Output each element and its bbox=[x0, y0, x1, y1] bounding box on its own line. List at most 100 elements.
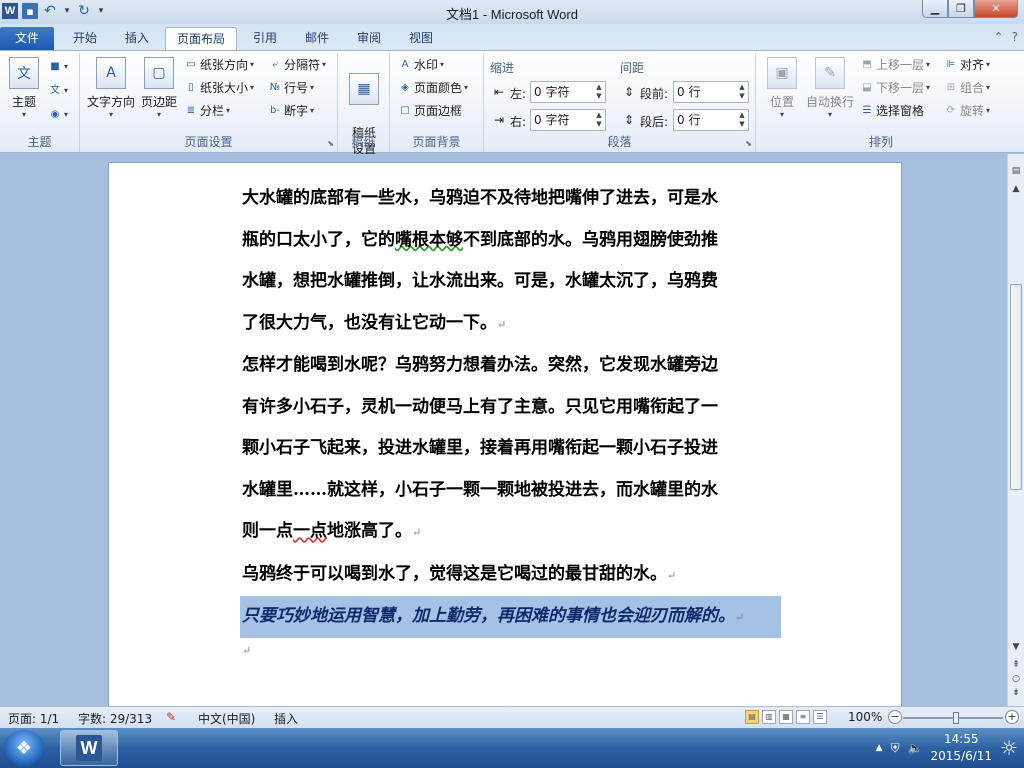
position-button[interactable]: ▣ 位置 ▾ bbox=[764, 57, 800, 119]
insert-mode[interactable]: 插入 bbox=[274, 710, 298, 727]
zoom-slider-knob[interactable] bbox=[953, 712, 959, 724]
web-layout-icon[interactable]: ▦ bbox=[779, 710, 793, 724]
page-count[interactable]: 页面: 1/1 bbox=[8, 710, 59, 727]
word-count[interactable]: 字数: 29/313 bbox=[78, 710, 152, 727]
send-backward-button[interactable]: ⬓ 下移一层 ▾ bbox=[860, 78, 930, 98]
page-setup-dialog-launcher-icon[interactable]: ⬊ bbox=[327, 139, 334, 148]
breaks-button[interactable]: ⤶ 分隔符 ▾ bbox=[268, 55, 326, 75]
clock[interactable]: 14:55 2015/6/11 bbox=[931, 731, 993, 765]
paragraph-2[interactable]: 怎样才能喝到水呢？乌鸦努力想着办法。突然，它发现水罐旁边 有许多小石子，灵机一动… bbox=[242, 345, 782, 554]
spacing-before-field[interactable]: 0 行 ▲ ▼ bbox=[673, 81, 749, 103]
paragraph-mark-icon: ↵ bbox=[497, 317, 507, 331]
taskbar-word-button[interactable]: W bbox=[60, 730, 118, 766]
scroll-thumb[interactable] bbox=[1010, 284, 1022, 490]
draft-icon[interactable]: ☰ bbox=[813, 710, 827, 724]
vertical-scrollbar[interactable]: ▤ ▲ ▼ ⇞ ○ ⇟ bbox=[1007, 154, 1024, 706]
full-screen-reading-icon[interactable]: ▥ bbox=[762, 710, 776, 724]
rotate-icon: ⟳ bbox=[946, 105, 956, 116]
theme-colors-button[interactable]: ■ ▾ bbox=[48, 57, 68, 77]
tab-page-layout[interactable]: 页面布局 bbox=[165, 27, 237, 50]
minimize-ribbon-icon[interactable]: ⌃ bbox=[994, 30, 1004, 44]
ruler-toggle-icon[interactable]: ▤ bbox=[1009, 164, 1023, 178]
tab-references[interactable]: 引用 bbox=[240, 27, 290, 50]
paragraph-mark-icon: ↵ bbox=[412, 526, 422, 539]
minimize-button[interactable]: ▁ bbox=[922, 0, 948, 18]
tab-insert[interactable]: 插入 bbox=[112, 27, 162, 50]
spin-arrows-icon[interactable]: ▲ ▼ bbox=[595, 83, 603, 101]
tab-view[interactable]: 视图 bbox=[396, 27, 446, 50]
tab-home[interactable]: 开始 bbox=[60, 27, 110, 50]
tab-review[interactable]: 审阅 bbox=[344, 27, 394, 50]
columns-button[interactable]: ≣ 分栏 ▾ bbox=[184, 101, 230, 121]
paragraph-3[interactable]: 乌鸦终于可以喝到水了，觉得这是它喝过的最甘甜的水。↵ bbox=[242, 554, 782, 597]
spin-arrows-icon[interactable]: ▲ ▼ bbox=[595, 111, 603, 129]
page-borders-button[interactable]: ▢ 页面边框 bbox=[398, 101, 462, 121]
watermark-button[interactable]: A 水印 ▾ bbox=[398, 55, 444, 75]
tab-file[interactable]: 文件 bbox=[0, 27, 54, 50]
help-icon[interactable]: ? bbox=[1012, 30, 1018, 44]
window-title: 文档1 - Microsoft Word bbox=[446, 7, 578, 22]
paragraph-4-selected[interactable]: 只要巧妙地运用智慧，加上勤劳，再困难的事情也会迎刃而解的。↵ bbox=[240, 596, 782, 638]
align-button[interactable]: ⊫ 对齐 ▾ bbox=[944, 55, 990, 75]
show-hidden-icons-icon[interactable]: ▲ bbox=[876, 743, 883, 753]
orientation-button[interactable]: ▭ 纸张方向 ▾ bbox=[184, 55, 254, 75]
document-area: 大水罐的底部有一些水，乌鸦迫不及待地把嘴伸了进去，可是水 瓶的口太小了，它的嘴根… bbox=[0, 154, 1007, 706]
margins-button[interactable]: ▢ 页边距 ▾ bbox=[138, 57, 180, 119]
paragraph-1[interactable]: 大水罐的底部有一些水，乌鸦迫不及待地把嘴伸了进去，可是水 瓶的口太小了，它的嘴根… bbox=[242, 178, 782, 345]
position-icon: ▣ bbox=[767, 57, 797, 89]
outline-icon[interactable]: ≡ bbox=[796, 710, 810, 724]
indent-left-field[interactable]: 0 字符 ▲ ▼ bbox=[530, 81, 606, 103]
status-bar: 页面: 1/1 字数: 29/313 ✎ 中文(中国) 插入 ▤ ▥ ▦ ≡ ☰… bbox=[0, 706, 1024, 728]
spacing-after-field[interactable]: 0 行 ▲ ▼ bbox=[673, 109, 749, 131]
bring-forward-button[interactable]: ⬒ 上移一层 ▾ bbox=[860, 55, 930, 75]
scroll-up-icon[interactable]: ▲ bbox=[1009, 182, 1023, 196]
theme-effects-icon: ◉ bbox=[50, 109, 60, 120]
theme-effects-button[interactable]: ◉ ▾ bbox=[48, 105, 68, 125]
wrap-text-icon: ✎ bbox=[815, 57, 845, 89]
page-color-button[interactable]: ◈ 页面颜色 ▾ bbox=[398, 78, 468, 98]
themes-button[interactable]: 文 主题 ▾ bbox=[6, 57, 42, 119]
browse-object-icon[interactable]: ○ bbox=[1009, 672, 1023, 686]
close-button[interactable]: ✕ bbox=[974, 0, 1018, 18]
text-direction-button[interactable]: A 文字方向 ▾ bbox=[86, 57, 136, 119]
selected-text[interactable]: 只要巧妙地运用智慧，加上勤劳，再困难的事情也会迎刃而解的。↵ bbox=[240, 596, 781, 638]
send-backward-icon: ⬓ bbox=[862, 82, 872, 93]
group-page-background: A 水印 ▾ ◈ 页面颜色 ▾ ▢ 页面边框 页面背景 bbox=[390, 53, 484, 152]
size-button[interactable]: ▯ 纸张大小 ▾ bbox=[184, 78, 254, 98]
scroll-down-icon[interactable]: ▼ bbox=[1009, 640, 1023, 654]
next-page-icon[interactable]: ⇟ bbox=[1009, 686, 1023, 700]
zoom-level[interactable]: 100% bbox=[848, 710, 882, 724]
rotate-button[interactable]: ⟳ 旋转 ▾ bbox=[944, 101, 990, 121]
chevron-down-icon: ▾ bbox=[827, 110, 832, 119]
tab-mailings[interactable]: 邮件 bbox=[292, 27, 342, 50]
document-page[interactable]: 大水罐的底部有一些水，乌鸦迫不及待地把嘴伸了进去，可是水 瓶的口太小了，它的嘴根… bbox=[108, 162, 902, 706]
language[interactable]: 中文(中国) bbox=[198, 710, 255, 727]
restore-button[interactable]: ❐ bbox=[948, 0, 974, 18]
start-button[interactable]: ❖ bbox=[4, 730, 44, 766]
indent-right-field[interactable]: 0 字符 ▲ ▼ bbox=[530, 109, 606, 131]
theme-fonts-button[interactable]: 文 ▾ bbox=[48, 81, 68, 101]
zoom-in-icon[interactable]: + bbox=[1005, 710, 1019, 724]
group-manuscript: ▦ 稿纸 设置 稿纸 bbox=[338, 53, 390, 156]
empty-paragraph[interactable]: ↵ bbox=[242, 638, 782, 662]
line-numbers-button[interactable]: № 行号 ▾ bbox=[268, 78, 314, 98]
volume-icon[interactable]: 🔈 bbox=[908, 741, 923, 755]
spin-arrows-icon[interactable]: ▲ ▼ bbox=[738, 111, 746, 129]
previous-page-icon[interactable]: ⇞ bbox=[1009, 658, 1023, 672]
wrap-text-button[interactable]: ✎ 自动换行 ▾ bbox=[804, 57, 856, 119]
proofing-icon[interactable]: ✎ bbox=[166, 710, 176, 724]
weather-gadget-icon[interactable]: ☼ bbox=[1000, 736, 1018, 760]
group-objects-button[interactable]: ⊞ 组合 ▾ bbox=[944, 78, 990, 98]
print-layout-icon[interactable]: ▤ bbox=[745, 710, 759, 724]
action-center-icon[interactable]: ⛨ bbox=[891, 741, 900, 756]
columns-icon: ≣ bbox=[186, 105, 196, 116]
zoom-slider[interactable] bbox=[903, 712, 1003, 724]
selection-pane-button[interactable]: ☰ 选择窗格 bbox=[860, 101, 925, 121]
hyphenation-button[interactable]: b- 断字 ▾ bbox=[268, 101, 314, 121]
zoom-out-icon[interactable]: − bbox=[888, 710, 902, 724]
document-text[interactable]: 大水罐的底部有一些水，乌鸦迫不及待地把嘴伸了进去，可是水 瓶的口太小了，它的嘴根… bbox=[240, 178, 782, 662]
orientation-icon: ▭ bbox=[186, 59, 196, 70]
paragraph-dialog-launcher-icon[interactable]: ⬊ bbox=[745, 139, 752, 148]
chevron-down-icon: ▾ bbox=[108, 110, 113, 119]
spin-arrows-icon[interactable]: ▲ ▼ bbox=[738, 83, 746, 101]
